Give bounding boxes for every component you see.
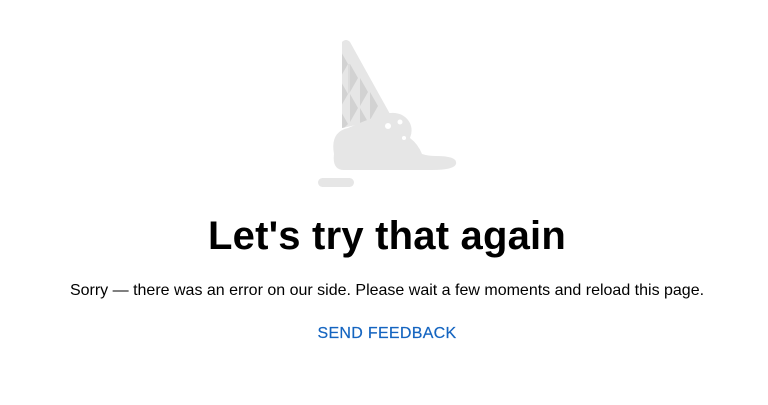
send-feedback-button[interactable]: SEND FEEDBACK bbox=[317, 324, 456, 344]
melted-ice-cream-cone-icon bbox=[318, 40, 457, 187]
error-title: Let's try that again bbox=[207, 214, 567, 258]
error-message: Sorry — there was an error on our side. … bbox=[69, 282, 705, 299]
feedback-container: SEND FEEDBACK bbox=[0, 324, 768, 344]
error-page: Let's try that again Sorry — there was a… bbox=[0, 0, 768, 405]
